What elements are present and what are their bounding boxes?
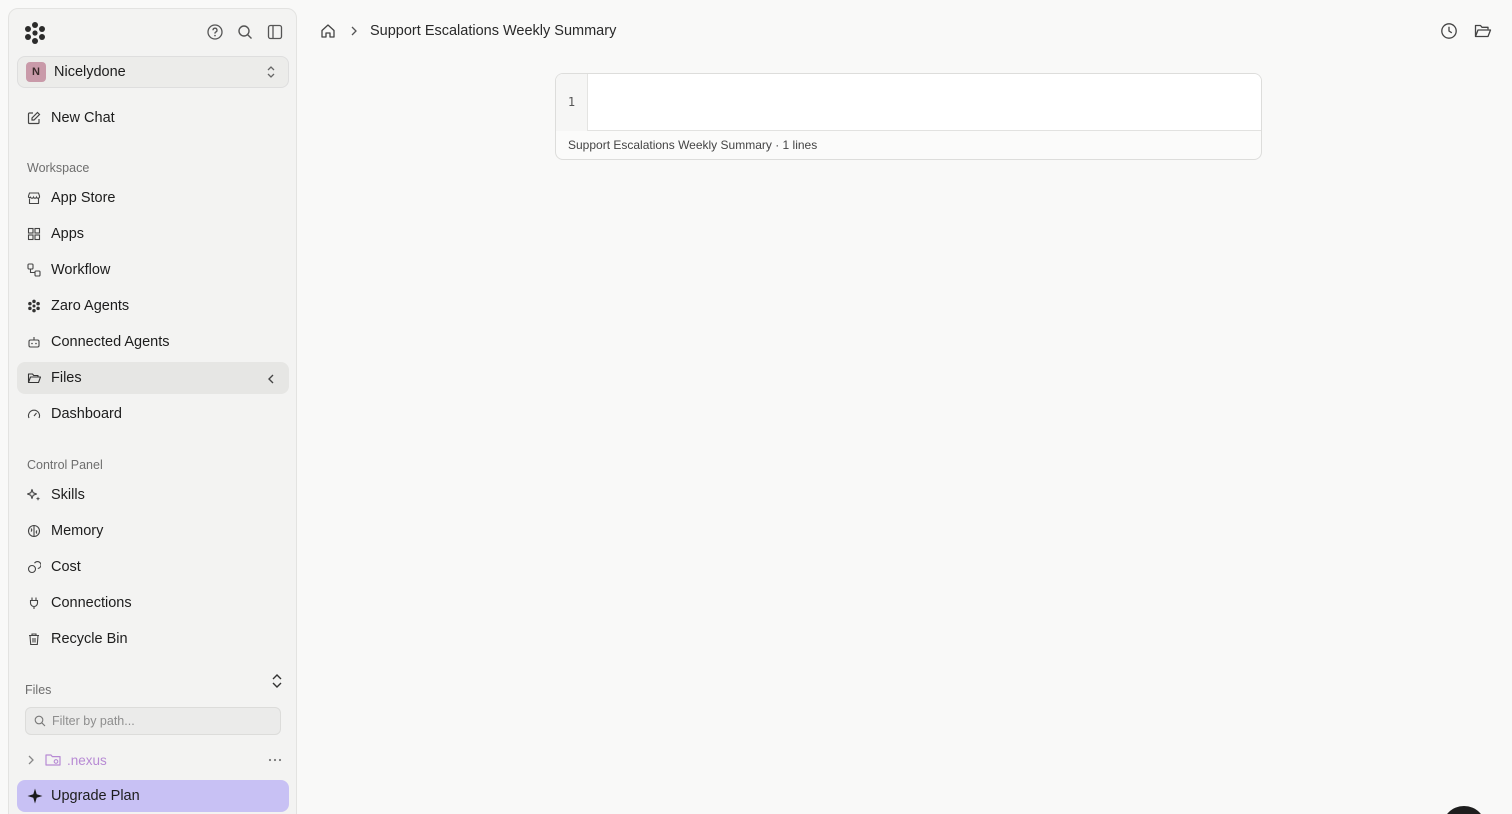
sidebar-item-files[interactable]: Files <box>17 362 289 394</box>
sidebar-item-label: Dashboard <box>51 406 122 422</box>
sparkles-icon <box>27 488 41 502</box>
store-icon <box>27 191 41 205</box>
coins-icon <box>27 560 41 574</box>
breadcrumb-title: Support Escalations Weekly Summary <box>370 23 617 39</box>
tree-item-nexus[interactable]: .nexus <box>25 749 283 771</box>
sidebar-toggle-icon[interactable] <box>265 22 285 42</box>
sidebar-item-connected-agents[interactable]: Connected Agents <box>17 326 289 358</box>
folder-settings-icon <box>45 753 61 767</box>
sidebar-item-apps[interactable]: Apps <box>17 218 289 250</box>
editor-status: Support Escalations Weekly Summary · 1 l… <box>568 138 818 152</box>
sidebar-item-connections[interactable]: Connections <box>17 587 289 619</box>
chevron-up-down-icon[interactable] <box>271 673 287 691</box>
filter-by-path-field[interactable] <box>25 707 281 735</box>
workspace-name: Nicelydone <box>54 64 126 80</box>
sidebar-item-zaro-agents[interactable]: Zaro Agents <box>17 290 289 322</box>
new-chat-button[interactable]: New Chat <box>17 102 289 134</box>
sidebar-item-label: Zaro Agents <box>51 298 130 314</box>
folder-open-icon <box>27 371 41 385</box>
editor-body: 1 <box>556 74 1261 131</box>
sidebar-item-workflow[interactable]: Workflow <box>17 254 289 286</box>
breadcrumb: Support Escalations Weekly Summary <box>320 20 616 42</box>
help-icon[interactable] <box>205 22 225 42</box>
sidebar-item-label: Cost <box>51 559 81 575</box>
line-number: 1 <box>556 74 588 131</box>
sidebar: N Nicelydone New Chat Workspace App Stor… <box>8 8 297 814</box>
new-chat-label: New Chat <box>51 110 115 126</box>
floating-action-button[interactable] <box>1442 806 1486 814</box>
file-editor: 1 Support Escalations Weekly Summary · 1… <box>555 73 1262 160</box>
tree-item-label: .nexus <box>67 752 107 768</box>
grid-icon <box>27 227 41 241</box>
home-icon[interactable] <box>320 23 336 39</box>
history-icon[interactable] <box>1439 21 1459 41</box>
plug-icon <box>27 596 41 610</box>
chevron-right-icon <box>350 25 358 37</box>
sidebar-item-cost[interactable]: Cost <box>17 551 289 583</box>
sidebar-item-label: Connected Agents <box>51 334 170 350</box>
workflow-icon <box>27 263 41 277</box>
logo-icon[interactable] <box>23 21 47 45</box>
gauge-icon <box>27 407 41 421</box>
files-section-label: Files <box>25 683 52 697</box>
agents-icon <box>27 299 41 313</box>
sidebar-item-label: Files <box>51 370 82 386</box>
workspace-avatar: N <box>26 62 46 82</box>
more-icon[interactable] <box>267 753 283 767</box>
code-area[interactable] <box>589 74 1261 131</box>
sidebar-item-dashboard[interactable]: Dashboard <box>17 398 289 430</box>
search-icon[interactable] <box>235 22 255 42</box>
sidebar-item-recycle-bin[interactable]: Recycle Bin <box>17 623 289 655</box>
workspace-switcher[interactable]: N Nicelydone <box>17 56 289 88</box>
sidebar-item-label: App Store <box>51 190 116 206</box>
sidebar-item-label: Skills <box>51 487 85 503</box>
folder-open-icon[interactable] <box>1473 21 1493 41</box>
upgrade-plan-button[interactable]: Upgrade Plan <box>17 780 289 812</box>
workspace-section-label: Workspace <box>27 161 90 175</box>
sidebar-item-label: Memory <box>51 523 104 539</box>
sidebar-item-skills[interactable]: Skills <box>17 479 289 511</box>
control-panel-section-label: Control Panel <box>27 458 103 472</box>
sidebar-item-label: Recycle Bin <box>51 631 128 647</box>
chevron-right-icon[interactable] <box>27 755 35 765</box>
sidebar-header <box>9 9 296 55</box>
sidebar-item-label: Connections <box>51 595 132 611</box>
sidebar-item-label: Apps <box>51 226 85 242</box>
trash-icon <box>27 632 41 646</box>
robot-icon <box>27 335 41 349</box>
brain-icon <box>27 524 41 538</box>
chevron-up-down-icon <box>266 65 276 84</box>
sidebar-item-label: Workflow <box>51 262 111 278</box>
filter-input[interactable] <box>52 714 272 728</box>
sidebar-item-app-store[interactable]: App Store <box>17 182 289 214</box>
search-icon <box>34 715 46 727</box>
chevron-left-icon[interactable] <box>267 372 275 390</box>
sidebar-item-memory[interactable]: Memory <box>17 515 289 547</box>
edit-icon <box>27 111 41 125</box>
upgrade-plan-label: Upgrade Plan <box>51 788 140 804</box>
sparkle-icon <box>27 788 43 804</box>
